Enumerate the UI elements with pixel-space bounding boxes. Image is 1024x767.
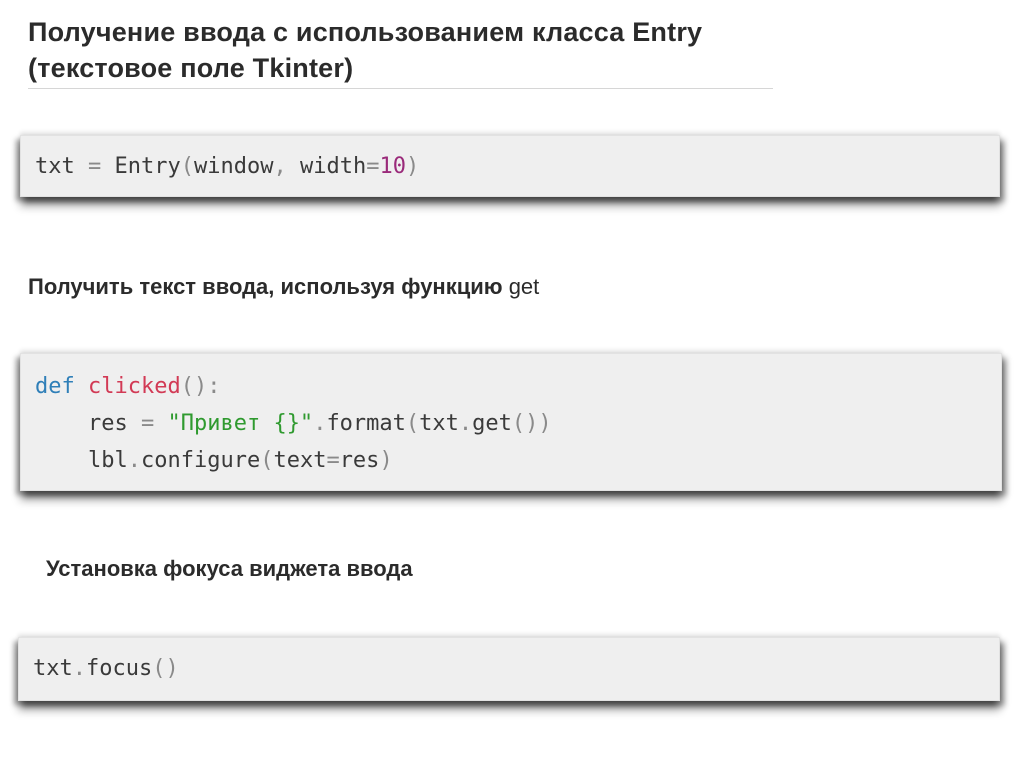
code-token: text <box>273 448 327 473</box>
code-token: clicked <box>88 374 181 399</box>
section-heading-get-text: Получить текст ввода, используя функцию <box>28 274 509 299</box>
code-token: 10 <box>379 154 406 179</box>
code-token: = <box>326 448 340 473</box>
code-block-focus: txt.focus() <box>18 637 1000 701</box>
code-token: width <box>299 154 367 179</box>
section-heading-get: Получить текст ввода, используя функцию … <box>28 272 539 302</box>
code-line: lbl.configure(text=res) <box>35 442 987 479</box>
code-token: lbl <box>87 448 128 473</box>
code-line: def clicked(): <box>35 368 987 405</box>
code-token: ) <box>405 154 420 179</box>
code-token: get <box>472 411 512 436</box>
code-block-entry: txt = Entry(window, width=10) <box>20 135 1000 197</box>
code-token: Entry <box>114 154 181 179</box>
code-token: . <box>72 656 86 681</box>
code-token: (): <box>180 374 221 399</box>
section-heading-focus: Установка фокуса виджета ввода <box>46 556 413 581</box>
code-block-clicked: def clicked(): res = "Привет {}".format(… <box>20 353 1002 491</box>
code-token: , <box>273 154 300 179</box>
page-title: Получение ввода с использованием класса … <box>28 14 773 86</box>
code-token: ( <box>405 411 420 436</box>
code-token: txt <box>35 154 75 179</box>
code-token: def <box>35 374 75 399</box>
page-title-line1: Получение ввода с использованием класса … <box>28 17 703 47</box>
code-token: . <box>127 448 141 473</box>
code-token: ()) <box>511 411 552 436</box>
code-token: txt <box>33 656 73 681</box>
code-token: . <box>458 411 473 436</box>
code-token: "Привет {}" <box>167 411 314 436</box>
section-heading-get-suffix: get <box>508 274 540 299</box>
code-token: ( <box>180 154 194 179</box>
code-token: = <box>74 154 115 179</box>
code-token: focus <box>86 656 153 681</box>
code-token: = <box>366 154 380 179</box>
title-divider <box>28 88 773 89</box>
code-token: = <box>127 411 168 436</box>
code-token: configure <box>140 448 261 473</box>
code-line: txt.focus() <box>33 650 985 687</box>
code-token: ) <box>379 448 393 473</box>
code-token: res <box>339 448 380 473</box>
code-line: res = "Привет {}".format(txt.get()) <box>35 405 987 442</box>
code-token: window <box>193 154 274 179</box>
code-token: res <box>87 411 128 436</box>
code-token: txt <box>419 411 459 436</box>
code-token: format <box>326 411 406 436</box>
code-token: ( <box>260 448 274 473</box>
code-line: txt = Entry(window, width=10) <box>35 148 985 185</box>
code-token: () <box>152 656 179 681</box>
code-token: . <box>313 411 327 436</box>
page-title-line2: (текстовое поле Tkinter) <box>28 53 354 83</box>
